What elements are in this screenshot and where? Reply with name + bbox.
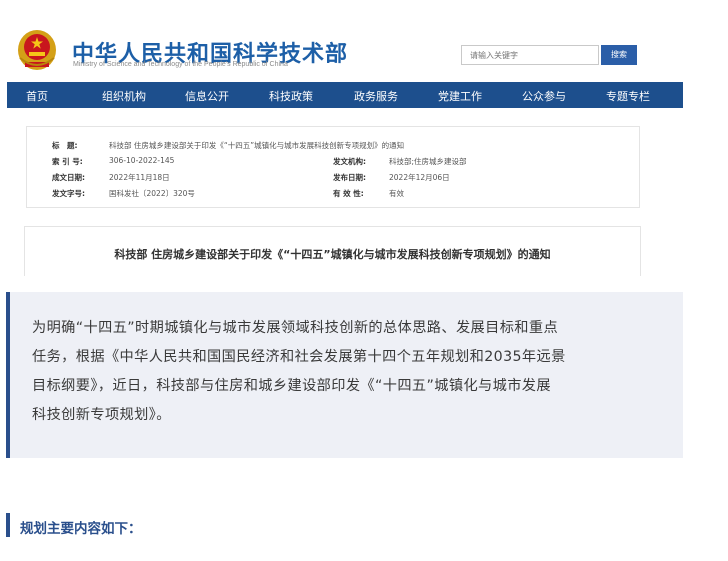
validity-value: 有效 — [389, 189, 404, 198]
section-accent-bar — [6, 513, 10, 537]
summary-quote-block: 为明确“十四五”时期城镇化与城市发展领域科技创新的总体思路、发展目标和重点 任务… — [6, 292, 683, 458]
validity-label: 有 效 性: — [333, 189, 364, 198]
national-emblem-icon — [16, 28, 58, 72]
summary-line: 目标纲要》，近日，科技部与住房和城乡建设部印发《“十四五”城镇化与城市发展 — [32, 378, 551, 394]
nav-item-party-building[interactable]: 党建工作 — [438, 88, 482, 104]
nav-item-organization[interactable]: 组织机构 — [102, 88, 146, 104]
doc-number-value: 国科发社〔2022〕320号 — [109, 189, 195, 198]
summary-line: 科技创新专项规划》。 — [32, 407, 171, 423]
site-header: 中华人民共和国科学技术部 Ministry of Science and Tec… — [0, 0, 728, 82]
nav-item-services[interactable]: 政务服务 — [354, 88, 398, 104]
title-label: 标 题: — [52, 141, 78, 150]
nav-item-info-disclosure[interactable]: 信息公开 — [185, 88, 229, 104]
article-header: 科技部 住房城乡建设部关于印发《“十四五”城镇化与城市发展科技创新专项规划》的通… — [24, 226, 641, 276]
summary-line: 任务，根据《中华人民共和国国民经济和社会发展第十四个五年规划和2035年远景 — [32, 349, 566, 365]
summary-text: 为明确“十四五”时期城镇化与城市发展领域科技创新的总体思路、发展目标和重点 任务… — [32, 314, 677, 430]
nav-item-home[interactable]: 首页 — [26, 88, 48, 104]
created-date-label: 成文日期: — [52, 173, 85, 182]
nav-item-special-topics[interactable]: 专题专栏 — [606, 88, 650, 104]
summary-line: 为明确“十四五”时期城镇化与城市发展领域科技创新的总体思路、发展目标和重点 — [32, 320, 559, 336]
title-value: 科技部 住房城乡建设部关于印发《“十四五”城镇化与城市发展科技创新专项规划》的通… — [109, 141, 405, 150]
doc-number-label: 发文字号: — [52, 189, 85, 198]
created-date-value: 2022年11月18日 — [109, 173, 170, 182]
nav-item-public-participation[interactable]: 公众参与 — [522, 88, 566, 104]
issuer-label: 发文机构: — [333, 157, 366, 166]
search-input[interactable] — [461, 45, 599, 65]
search-button[interactable]: 搜索 — [601, 45, 637, 65]
published-date-label: 发布日期: — [333, 173, 366, 182]
section-heading: 规划主要内容如下： — [20, 521, 142, 537]
document-info-table: 标 题: 科技部 住房城乡建设部关于印发《“十四五”城镇化与城市发展科技创新专项… — [26, 126, 640, 208]
issuer-value: 科技部;住房城乡建设部 — [389, 157, 467, 166]
published-date-value: 2022年12月06日 — [389, 173, 450, 182]
site-logo-subtitle: Ministry of Science and Technology of th… — [73, 61, 288, 68]
nav-item-policy[interactable]: 科技政策 — [269, 88, 313, 104]
index-value: 306-10-2022-145 — [109, 156, 175, 165]
index-label: 索 引 号: — [52, 157, 83, 166]
main-nav: 首页 组织机构 信息公开 科技政策 政务服务 党建工作 公众参与 专题专栏 — [7, 82, 683, 108]
article-title: 科技部 住房城乡建设部关于印发《“十四五”城镇化与城市发展科技创新专项规划》的通… — [114, 248, 551, 261]
